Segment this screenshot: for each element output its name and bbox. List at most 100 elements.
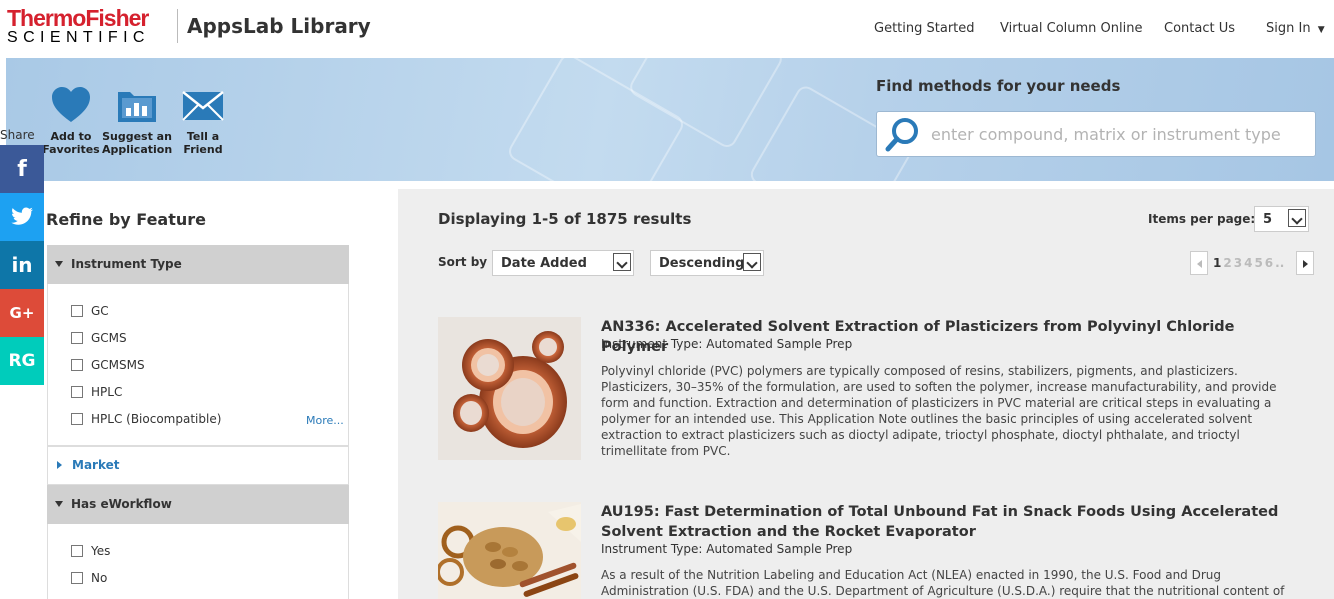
search-box[interactable] [876, 111, 1316, 157]
facet-label: Market [72, 458, 120, 472]
tell-a-friend-button[interactable]: Tell a Friend [168, 86, 238, 156]
facet-option-gcms[interactable]: GCMS [71, 331, 127, 345]
nav-contact-us[interactable]: Contact Us [1164, 21, 1235, 36]
sort-order-select[interactable]: Descending [650, 250, 764, 276]
heart-icon [52, 87, 90, 122]
facet-eworkflow-body [47, 524, 349, 599]
option-label: Yes [91, 544, 111, 558]
result-thumbnail[interactable] [438, 317, 581, 460]
page-link[interactable]: 5 [1254, 256, 1262, 270]
facet-label: Instrument Type [71, 257, 182, 271]
logo-divider [177, 9, 178, 43]
result-instrument-type: Instrument Type: Automated Sample Prep [601, 337, 853, 351]
checkbox[interactable] [71, 386, 83, 398]
linkedin-icon: in [11, 253, 33, 277]
snack-foods-image [438, 502, 581, 599]
page-link[interactable]: .. [1275, 256, 1284, 270]
facet-label: Has eWorkflow [71, 497, 172, 511]
logo-text-bottom: SCIENTIFIC [7, 29, 150, 46]
search-icon[interactable] [883, 117, 923, 153]
result-description: As a result of the Nutrition Labeling an… [601, 568, 1285, 598]
facet-market-header[interactable]: Market [47, 446, 349, 485]
sort-label: Sort by [438, 255, 488, 269]
researchgate-share-button[interactable]: RG [0, 337, 44, 385]
action-label: Add to [50, 130, 92, 143]
more-instrument-types-link[interactable]: More... [306, 414, 344, 427]
checkbox[interactable] [71, 413, 83, 425]
checkbox[interactable] [71, 545, 83, 557]
twitter-share-button[interactable] [0, 193, 44, 241]
option-label: HPLC [91, 385, 123, 399]
facebook-icon: f [17, 156, 27, 182]
option-label: GC [91, 304, 109, 318]
facebook-share-button[interactable]: f [0, 145, 44, 193]
envelope-icon [182, 91, 224, 121]
checkbox[interactable] [71, 332, 83, 344]
twitter-icon [11, 207, 33, 225]
logo-text-top: ThermoFisher [7, 5, 149, 31]
app-title[interactable]: AppsLab Library [187, 14, 371, 38]
suggest-application-button[interactable]: Suggest an Application [102, 86, 172, 156]
share-label: Share [0, 128, 35, 142]
researchgate-icon: RG [8, 351, 36, 371]
facet-option-gc[interactable]: GC [71, 304, 109, 318]
facet-option-hplc-biocompatible[interactable]: HPLC (Biocompatible) [71, 412, 221, 426]
result-item: AN336: Accelerated Solvent Extraction of… [438, 317, 1318, 462]
thermo-fisher-logo[interactable]: ThermoFisher SCIENTIFIC [7, 6, 167, 46]
triangle-right-icon [57, 461, 62, 469]
find-methods-title: Find methods for your needs [876, 77, 1121, 95]
items-per-page-select[interactable]: 5 [1254, 206, 1309, 232]
page-link[interactable]: 1 [1213, 256, 1221, 270]
facet-option-hplc[interactable]: HPLC [71, 385, 122, 399]
checkbox[interactable] [71, 305, 83, 317]
sign-in-label: Sign In [1266, 21, 1311, 36]
triangle-down-icon [55, 501, 63, 507]
facet-option-no[interactable]: No [71, 571, 107, 585]
option-label: GCMSMS [91, 358, 145, 372]
facet-option-yes[interactable]: Yes [71, 544, 110, 558]
folder-chart-icon [118, 92, 156, 122]
page-link[interactable]: 6 [1265, 256, 1273, 270]
option-label: GCMS [91, 331, 127, 345]
pager-prev-button[interactable] [1190, 251, 1208, 275]
add-to-favorites-button[interactable]: Add to Favorites [36, 86, 106, 156]
action-label: Tell a [186, 130, 220, 143]
sort-field-select[interactable]: Date Added [492, 250, 634, 276]
facet-eworkflow-header[interactable]: Has eWorkflow [47, 485, 349, 524]
option-label: No [91, 571, 108, 585]
result-thumbnail[interactable] [438, 502, 581, 599]
select-value: Descending [659, 256, 745, 271]
search-input[interactable] [931, 120, 1301, 148]
facet-instrument-type-header[interactable]: Instrument Type [47, 245, 349, 284]
result-item: AU195: Fast Determination of Total Unbou… [438, 502, 1318, 599]
refine-title: Refine by Feature [46, 210, 207, 229]
action-label: Favorites [42, 143, 100, 156]
triangle-down-icon [55, 261, 63, 267]
chevron-down-icon [743, 253, 761, 271]
option-label: HPLC (Biocompatible) [91, 412, 222, 426]
google-plus-share-button[interactable]: G+ [0, 289, 44, 337]
chevron-down-icon [1288, 209, 1306, 227]
facet-option-gcmsms[interactable]: GCMSMS [71, 358, 145, 372]
result-description: Polyvinyl chloride (PVC) polymers are ty… [601, 364, 1277, 458]
copper-pipes-image [438, 317, 581, 460]
page-link[interactable]: 2 [1223, 256, 1231, 270]
nav-sign-in[interactable]: Sign In ▼ [1266, 21, 1325, 36]
linkedin-share-button[interactable]: in [0, 241, 44, 289]
result-title-link[interactable]: AU195: Fast Determination of Total Unbou… [601, 502, 1301, 542]
result-instrument-type: Instrument Type: Automated Sample Prep [601, 542, 853, 556]
checkbox[interactable] [71, 359, 83, 371]
items-per-page-label: Items per page: [1148, 212, 1256, 226]
google-plus-icon: G+ [9, 304, 35, 322]
pager-next-button[interactable] [1296, 251, 1314, 275]
header: ThermoFisher SCIENTIFIC AppsLab Library … [0, 0, 1334, 58]
page-link[interactable]: 3 [1234, 256, 1242, 270]
nav-virtual-column-online[interactable]: Virtual Column Online [1000, 21, 1142, 36]
action-label: Suggest an [102, 130, 172, 143]
nav-getting-started[interactable]: Getting Started [874, 21, 975, 36]
checkbox[interactable] [71, 572, 83, 584]
page-link[interactable]: 4 [1244, 256, 1252, 270]
select-value: Date Added [501, 256, 587, 271]
action-label: Application [102, 143, 173, 156]
caret-down-icon: ▼ [1317, 25, 1325, 35]
